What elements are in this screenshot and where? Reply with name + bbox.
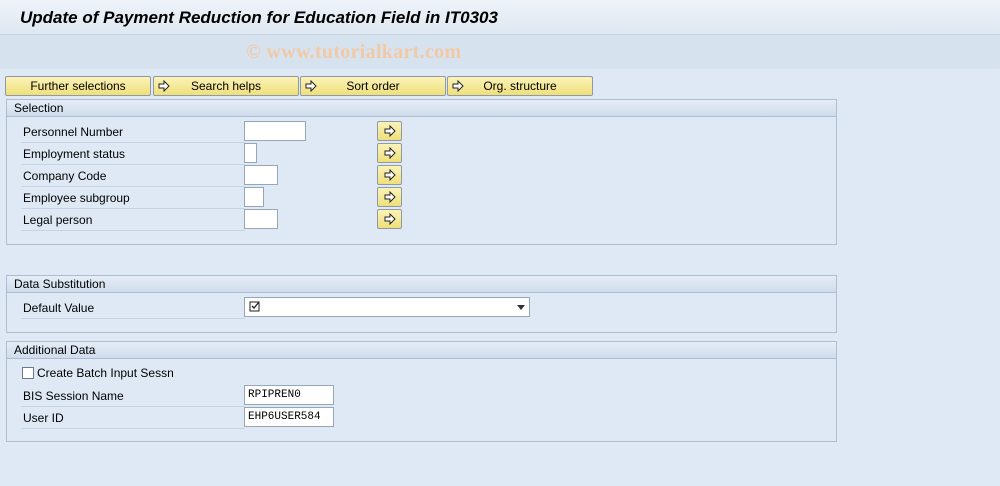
data-substitution-group: Data Substitution Default Value (6, 275, 837, 333)
data-substitution-group-header: Data Substitution (7, 276, 836, 293)
arrow-right-icon (452, 80, 464, 92)
arrow-right-icon (384, 191, 396, 203)
user-id-label: User ID (23, 411, 64, 425)
arrow-right-icon (384, 125, 396, 137)
employment-status-label: Employment status (23, 147, 126, 161)
search-helps-label: Search helps (190, 79, 262, 93)
arrow-right-icon (384, 147, 396, 159)
company-code-label: Company Code (23, 169, 107, 183)
sort-order-button[interactable]: Sort order (300, 76, 446, 96)
employee-subgroup-label: Employee subgroup (23, 191, 130, 205)
personnel-number-multiple-selection-button[interactable] (377, 121, 402, 141)
create-batch-input-checkbox[interactable] (22, 367, 34, 379)
legal-person-input[interactable] (244, 209, 278, 229)
org-structure-label: Org. structure (483, 79, 557, 93)
search-helps-button[interactable]: Search helps (153, 76, 299, 96)
user-id-input[interactable]: EHP6USER584 (244, 407, 334, 427)
personnel-number-input[interactable] (244, 121, 306, 141)
arrow-right-icon (158, 80, 170, 92)
checkbox-checked-icon (249, 301, 260, 312)
bis-session-name-label: BIS Session Name (23, 389, 124, 403)
user-id-row: User ID (21, 408, 245, 429)
further-selections-label: Further selections (30, 79, 126, 93)
watermark: © www.tutorialkart.com (246, 41, 462, 63)
sort-order-label: Sort order (346, 79, 400, 93)
selection-group-header: Selection (7, 100, 836, 117)
title-bar: Update of Payment Reduction for Educatio… (0, 0, 1000, 35)
application-toolbar-band (0, 35, 1000, 69)
employment-status-input[interactable] (244, 143, 257, 163)
arrow-right-icon (305, 80, 317, 92)
default-value-label: Default Value (23, 301, 95, 315)
default-value-dropdown[interactable] (244, 297, 530, 317)
chevron-down-icon[interactable] (517, 305, 525, 310)
personnel-number-row: Personnel Number (21, 122, 245, 143)
employee-subgroup-input[interactable] (244, 187, 264, 207)
employment-status-multiple-selection-button[interactable] (377, 143, 402, 163)
bis-session-name-input[interactable]: RPIPREN0 (244, 385, 334, 405)
further-selections-button[interactable]: Further selections (5, 76, 151, 96)
legal-person-multiple-selection-button[interactable] (377, 209, 402, 229)
additional-data-group-header: Additional Data (7, 342, 836, 359)
company-code-multiple-selection-button[interactable] (377, 165, 402, 185)
default-value-row: Default Value (21, 298, 245, 319)
selection-group: Selection Personnel Number Employment st… (6, 99, 837, 245)
legal-person-label: Legal person (23, 213, 93, 227)
employment-status-row: Employment status (21, 144, 245, 165)
page-title: Update of Payment Reduction for Educatio… (20, 8, 498, 27)
employee-subgroup-row: Employee subgroup (21, 188, 245, 209)
employee-subgroup-multiple-selection-button[interactable] (377, 187, 402, 207)
bis-session-name-row: BIS Session Name (21, 386, 245, 407)
company-code-input[interactable] (244, 165, 278, 185)
arrow-right-icon (384, 213, 396, 225)
personnel-number-label: Personnel Number (23, 125, 124, 139)
create-batch-input-label: Create Batch Input Sessn (37, 366, 174, 380)
org-structure-button[interactable]: Org. structure (447, 76, 593, 96)
legal-person-row: Legal person (21, 210, 245, 231)
company-code-row: Company Code (21, 166, 245, 187)
additional-data-group: Additional Data Create Batch Input Sessn… (6, 341, 837, 442)
arrow-right-icon (384, 169, 396, 181)
